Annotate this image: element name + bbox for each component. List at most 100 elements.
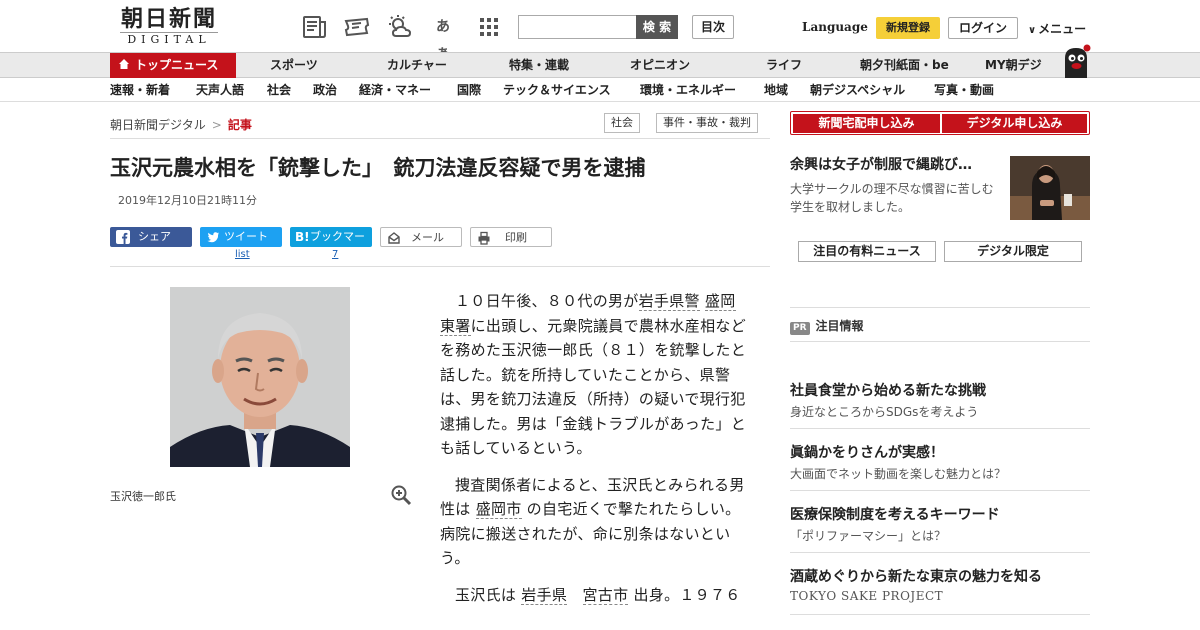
pr-badge: PR (790, 322, 810, 335)
pr-item-title[interactable]: 社員食堂から始める新たな挑戦 (790, 380, 986, 400)
text: １０日午後、８０代の男が (455, 292, 639, 310)
twitter-bird-icon (206, 230, 220, 244)
article-body: １０日午後、８０代の男が岩手県警 盛岡東署に出頭し、元衆院議員で農林水産相などを… (440, 289, 750, 619)
newspaper-subscribe-button[interactable]: 新聞宅配申し込み (793, 114, 940, 133)
grid-menu-icon[interactable] (476, 14, 502, 40)
nav-culture[interactable]: カルチャー (387, 53, 447, 78)
divider (790, 307, 1090, 308)
pr-item-desc[interactable]: 身近なところからSDGsを考えよう (790, 403, 978, 420)
twitter-list-link[interactable]: list (235, 249, 250, 260)
twitter-tweet-label: ツイート (224, 230, 268, 243)
zoom-in-icon[interactable] (390, 484, 412, 506)
weather-icon[interactable] (386, 14, 412, 40)
text: 玉沢氏は (455, 585, 517, 604)
print-button[interactable]: 印刷 (470, 227, 552, 247)
nav2-economy[interactable]: 経済・マネー (359, 78, 431, 102)
divider (790, 428, 1090, 429)
pr-item-title[interactable]: 医療保険制度を考えるキーワード (790, 504, 1000, 524)
photo-caption: 玉沢徳一郎氏 (110, 490, 176, 503)
twitter-tweet-button[interactable]: ツイート (200, 227, 282, 247)
nav-features[interactable]: 特集・連載 (509, 53, 569, 78)
facebook-icon (116, 230, 130, 244)
primary-nav: トップニュース スポーツ カルチャー 特集・連載 オピニオン ライフ 朝夕刊紙面… (0, 52, 1200, 78)
text: に出頭し、元衆院議員で農林水産相などを務めた玉沢徳一郎氏（８１）を銃撃したと話し… (440, 316, 747, 458)
link-iwate-police[interactable]: 岩手県警 (638, 292, 700, 311)
logo-sub: DIGITAL (120, 32, 218, 46)
facebook-share-button[interactable]: シェア (110, 227, 192, 247)
pr-item-desc[interactable]: 大画面でネット動画を楽しむ魅力とは？ (790, 465, 1006, 482)
text: 出身。１９７６ (633, 585, 741, 604)
link-iwate-prefecture[interactable]: 岩手県 (521, 585, 568, 605)
nav2-tech-science[interactable]: テック＆サイエンス (503, 78, 611, 102)
subscribe-box: 新聞宅配申し込み デジタル申し込み (790, 111, 1090, 135)
login-button[interactable]: ログイン (948, 17, 1018, 39)
nav2-breaking[interactable]: 速報・新着 (110, 78, 170, 102)
divider (790, 614, 1090, 615)
paragraph: 玉沢氏は 岩手県 宮古市 出身。１９７６ (440, 583, 750, 608)
secondary-nav: 速報・新着 天声人語 社会 政治 経済・マネー 国際 テック＆サイエンス 環境・… (0, 78, 1200, 102)
register-button[interactable]: 新規登録 (876, 17, 940, 39)
digital-subscribe-button[interactable]: デジタル申し込み (942, 114, 1087, 133)
paid-news-button[interactable]: 注目の有料ニュース (798, 241, 936, 262)
tag-society[interactable]: 社会 (604, 113, 640, 133)
facebook-share-label: シェア (138, 230, 171, 243)
nav2-region[interactable]: 地域 (764, 78, 788, 102)
featured-headline[interactable]: 余興は女子が制服で縄跳び… (790, 154, 1000, 176)
search-button[interactable]: 検 索 (636, 15, 678, 39)
ticket-icon[interactable] (343, 14, 370, 40)
nav-opinion[interactable]: オピニオン (630, 53, 690, 78)
nav2-society[interactable]: 社会 (267, 78, 291, 102)
tag-incidents[interactable]: 事件・事故・裁判 (656, 113, 758, 133)
pr-item-title[interactable]: 酒蔵めぐりから新たな東京の魅力を知る (790, 566, 1042, 586)
breadcrumb-separator: > (211, 118, 222, 132)
nav-my-asahi[interactable]: MY朝デジ (985, 53, 1042, 78)
print-label: 印刷 (505, 231, 527, 244)
hatena-bookmark-button[interactable]: B! ブックマーク (290, 227, 372, 263)
mail-share-label: メール (411, 231, 444, 244)
breadcrumb-home[interactable]: 朝日新聞デジタル (110, 118, 206, 132)
mail-share-button[interactable]: メール (380, 227, 462, 247)
home-icon (118, 54, 130, 69)
breadcrumb-current: 記事 (227, 118, 252, 132)
nav2-international[interactable]: 国際 (457, 78, 481, 102)
featured-thumbnail[interactable] (1010, 156, 1090, 220)
pr-item-desc[interactable]: TOKYO SAKE PROJECT (790, 589, 943, 603)
mascot-icon[interactable] (1060, 44, 1092, 78)
paragraph: 捜査関係者によると、玉沢氏とみられる男性は 盛岡市 の自宅近くで撃たれたらしい。… (440, 473, 750, 571)
nav-top-news[interactable]: トップニュース (110, 53, 236, 78)
portrait-photo[interactable] (170, 287, 350, 467)
digital-exclusive-button[interactable]: デジタル限定 (944, 241, 1082, 262)
nav-sports[interactable]: スポーツ (270, 53, 318, 78)
nav2-politics[interactable]: 政治 (313, 78, 337, 102)
nav-life[interactable]: ライフ (766, 53, 802, 78)
pr-heading-label: 注目情報 (815, 319, 864, 333)
nav2-tenseijingo[interactable]: 天声人語 (196, 78, 244, 102)
site-header: 朝日新聞 DIGITAL あぁ 検 索 目次 Language 新規登録 ログイ… (0, 0, 1200, 61)
paragraph: １０日午後、８０代の男が岩手県警 盛岡東署に出頭し、元衆院議員で農林水産相などを… (440, 289, 750, 461)
nav2-environment[interactable]: 環境・エネルギー (640, 78, 736, 102)
nav2-special[interactable]: 朝デジスペシャル (810, 78, 905, 102)
search-input[interactable] (518, 15, 638, 39)
menu-button[interactable]: ∨ メニュー (1028, 20, 1086, 37)
divider (790, 552, 1090, 553)
link-miyako-city[interactable]: 宮古市 (582, 585, 629, 605)
hatena-bookmark-count[interactable]: 7 (332, 249, 338, 260)
newspaper-icon[interactable] (301, 14, 327, 40)
nav2-photo-video[interactable]: 写真・動画 (934, 78, 994, 102)
link-morioka-city[interactable]: 盛岡市 (475, 500, 522, 519)
divider (110, 138, 770, 139)
pr-heading: PR 注目情報 (790, 317, 864, 335)
pr-item-title[interactable]: 眞鍋かをりさんが実感！ (790, 442, 944, 462)
asahi-digital-logo[interactable]: 朝日新聞 DIGITAL (110, 6, 228, 48)
divider (790, 341, 1090, 342)
mail-icon (387, 231, 401, 245)
nav-print-edition[interactable]: 朝夕刊紙面・be (860, 53, 949, 78)
article-date: 2019年12月10日21時11分 (118, 194, 257, 207)
pr-item-desc[interactable]: 「ポリファーマシー」とは？ (790, 527, 946, 544)
featured-description: 大学サークルの理不尽な慣習に苦しむ学生を取材しました。 (790, 182, 994, 214)
language-link[interactable]: Language (802, 20, 868, 34)
hatena-b-icon: B! (295, 230, 310, 244)
table-of-contents-button[interactable]: 目次 (692, 15, 734, 39)
logo-kanji: 朝日新聞 (120, 6, 217, 32)
font-size-icon[interactable]: あぁ (430, 14, 456, 61)
